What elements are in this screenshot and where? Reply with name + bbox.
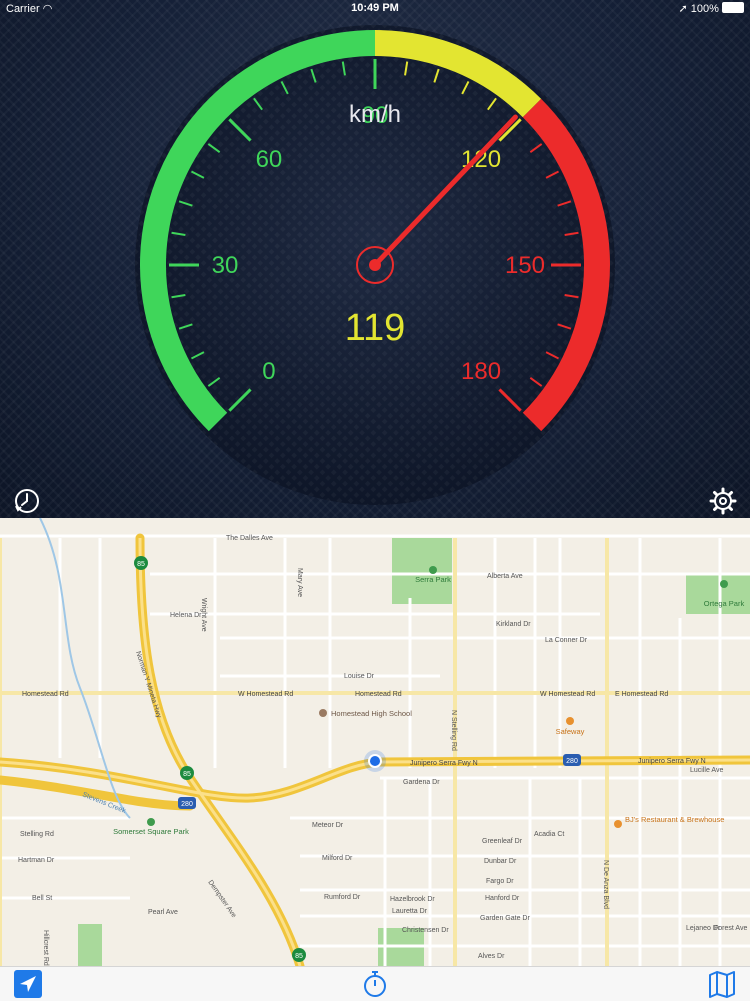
street-label: Rumford Dr	[324, 894, 361, 901]
speedometer-panel: Carrier ◠ 10:49 PM ➚ 100% 0 30 60 90 120 150 1…	[0, 0, 750, 518]
street-label: Hazelbrook Dr	[390, 896, 435, 903]
svg-text:280: 280	[566, 758, 578, 765]
street-label: Greenleaf Dr	[482, 838, 523, 845]
highway-shield-280: 280	[178, 797, 196, 809]
map-icon[interactable]	[706, 969, 738, 999]
street-label: W Homestead Rd	[540, 691, 595, 698]
park-area	[392, 538, 452, 604]
svg-text:Somerset Square Park: Somerset Square Park	[113, 827, 189, 836]
park-area	[78, 924, 102, 966]
street-label: Dunbar Dr	[484, 858, 517, 865]
street-label: W Homestead Rd	[238, 691, 293, 698]
highway-shield-280: 280	[563, 754, 581, 766]
stopwatch-icon[interactable]	[359, 969, 391, 999]
street-label: N Stelling Rd	[450, 710, 457, 751]
scale-label: 60	[256, 146, 283, 173]
clock-history-icon[interactable]	[12, 486, 42, 516]
street-label: Louise Dr	[344, 673, 375, 680]
speed-unit-label: km/h	[349, 101, 401, 128]
street-label: Lauretta Dr	[392, 908, 428, 915]
street-label: Junipero Serra Fwy N	[410, 760, 478, 767]
svg-text:Serra Park: Serra Park	[415, 575, 451, 584]
street-label: Acadia Ct	[534, 831, 564, 838]
street-label: Junipero Serra Fwy N	[638, 758, 706, 765]
gear-icon[interactable]	[708, 486, 738, 516]
svg-text:85: 85	[183, 771, 191, 778]
street-label: Alberta Ave	[487, 573, 523, 580]
street-label: Mary Ave	[296, 568, 303, 597]
street-label: Alves Dr	[478, 953, 505, 960]
svg-text:280: 280	[181, 801, 193, 808]
street-label: Fargo Dr	[486, 878, 514, 885]
street-label: Homestead Rd	[355, 691, 402, 698]
svg-text:85: 85	[137, 561, 145, 568]
street-label: Kirkland Dr	[496, 621, 531, 628]
street-label: Gardena Dr	[403, 779, 440, 786]
street-label: The Dalles Ave	[226, 535, 273, 542]
street-label: Milford Dr	[322, 855, 353, 862]
map-canvas[interactable]: 85 85 85 280 280 The Dalles Ave Alberta …	[0, 518, 750, 966]
scale-label: 150	[505, 252, 545, 279]
svg-text:BJ's Restaurant & Brewhouse: BJ's Restaurant & Brewhouse	[625, 815, 724, 824]
street-label: E Homestead Rd	[615, 691, 668, 698]
street-label: Hillcrest Rd	[42, 930, 49, 966]
street-label: N De Anza Blvd	[602, 860, 609, 909]
street-label: Bell St	[32, 895, 52, 902]
street-label: Christensen Dr	[402, 927, 449, 934]
street-label: Pearl Ave	[148, 909, 178, 916]
svg-text:85: 85	[295, 953, 303, 960]
speedometer-gauge: 0306090120150180 km/h 119	[135, 25, 615, 505]
tab-bar	[0, 966, 750, 1001]
street-label: Garden Gate Dr	[480, 915, 530, 922]
street-label: Stelling Rd	[20, 831, 54, 838]
svg-text:Safeway: Safeway	[556, 727, 585, 736]
map-view[interactable]: 85 85 85 280 280 The Dalles Ave Alberta …	[0, 518, 750, 966]
park-area	[686, 574, 750, 614]
place-homestead-high-school[interactable]: Homestead High School	[319, 709, 412, 718]
street-label: Lucille Ave	[690, 767, 723, 774]
scale-label: 0	[262, 358, 275, 385]
current-speed-readout: 119	[345, 307, 406, 349]
svg-text:Ortega Park: Ortega Park	[704, 599, 745, 608]
needle-hub	[369, 259, 381, 271]
street-label: La Conner Dr	[545, 637, 588, 644]
street-label: Helena Dr	[170, 612, 202, 619]
street-label: Hanford Dr	[485, 895, 520, 902]
scale-label: 180	[461, 358, 501, 385]
location-arrow-icon[interactable]	[12, 969, 44, 999]
scale-label: 30	[212, 252, 239, 279]
highway-shield-85: 85	[134, 556, 148, 570]
street-label: Homestead Rd	[22, 691, 69, 698]
street-label: Hartman Dr	[18, 857, 55, 864]
street-label: Wright Ave	[200, 598, 207, 632]
svg-text:Homestead High School: Homestead High School	[331, 709, 412, 718]
street-label: Lejaneo Dr	[686, 925, 721, 932]
current-location-marker	[364, 750, 386, 772]
highway-shield-85: 85	[292, 948, 306, 962]
street-label: Meteor Dr	[312, 822, 344, 829]
highway-shield-85: 85	[180, 766, 194, 780]
